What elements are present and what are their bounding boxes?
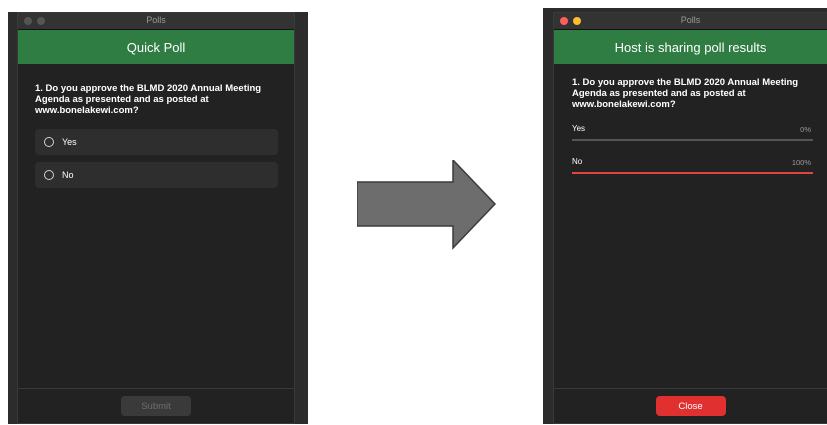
submit-button[interactable]: Submit xyxy=(121,396,191,416)
quick-poll-window: Polls Quick Poll 1. Do you approve the B… xyxy=(17,12,295,424)
window-title: Polls xyxy=(146,15,166,25)
results-header: Host is sharing poll results xyxy=(554,30,827,64)
poll-question: 1. Do you approve the BLMD 2020 Annual M… xyxy=(572,77,799,110)
result-percent-yes: 0% xyxy=(800,125,811,134)
right-arrow-icon xyxy=(357,160,497,250)
result-label-yes: Yes xyxy=(572,124,586,133)
poll-results-window: Polls Host is sharing poll results 1. Do… xyxy=(553,12,827,424)
option-yes[interactable]: Yes xyxy=(35,129,278,155)
result-bar-fill-no xyxy=(572,172,813,174)
result-bar-track-yes xyxy=(572,139,813,141)
result-label-no: No xyxy=(572,157,583,166)
radio-button-icon[interactable] xyxy=(44,137,54,147)
poll-question: 1. Do you approve the BLMD 2020 Annual M… xyxy=(35,83,262,116)
title-bar: Polls xyxy=(554,13,827,30)
result-percent-no: 100% xyxy=(791,158,811,167)
option-label: No xyxy=(62,170,74,180)
option-no[interactable]: No xyxy=(35,162,278,188)
radio-button-icon[interactable] xyxy=(44,170,54,180)
poll-footer: Submit xyxy=(18,388,294,423)
result-bar-track-no xyxy=(572,172,813,174)
poll-header: Quick Poll xyxy=(18,30,294,64)
window-title: Polls xyxy=(680,15,701,25)
option-label: Yes xyxy=(62,137,77,147)
close-button[interactable]: Close xyxy=(655,396,726,416)
title-bar: Polls xyxy=(18,13,294,30)
results-footer: Close xyxy=(554,388,827,423)
